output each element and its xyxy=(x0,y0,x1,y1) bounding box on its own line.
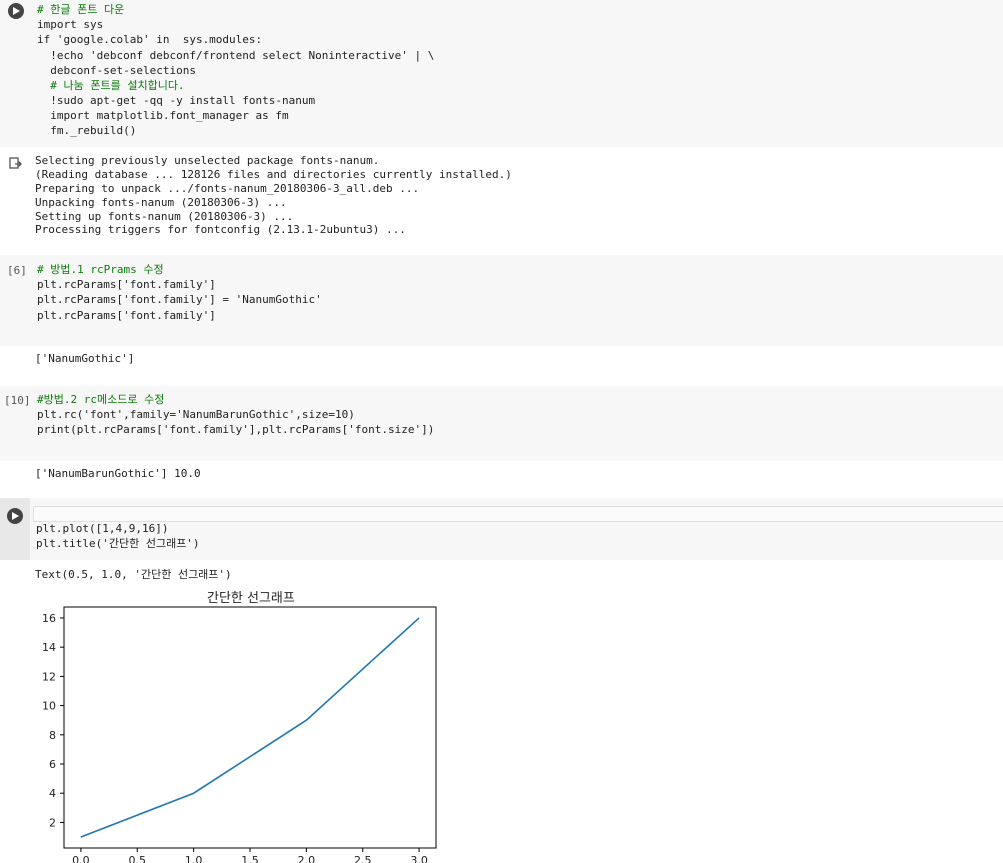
y-tick-label: 4 xyxy=(49,787,56,800)
code-line: # 나눔 폰트를 설치합니다. xyxy=(37,79,185,92)
code-line: if 'google.colab' in sys.modules: xyxy=(37,33,263,46)
output-area-3: ['NanumBarunGothic'] 10.0 xyxy=(0,462,1003,496)
code-line: #방법.2 rc메소드로 수정 xyxy=(37,393,165,406)
code-cell-1[interactable]: # 한글 폰트 다운 import sys if 'google.colab' … xyxy=(0,0,1003,147)
code-line: plt.rc('font',family='NanumBarunGothic',… xyxy=(37,408,355,421)
line-chart: 2 4 6 8 10 12 14 16 0.0 0.5 1.0 1.5 2.0 2.5 3.0 xyxy=(42,606,437,863)
output-line: ['NanumBarunGothic'] 10.0 xyxy=(35,467,201,480)
code-cell-3[interactable]: [10] #방법.2 rc메소드로 수정 plt.rc('font',famil… xyxy=(0,386,1003,461)
output-line: (Reading database ... 128126 files and d… xyxy=(35,168,512,181)
play-icon xyxy=(13,7,20,15)
code-line: import matplotlib.font_manager as fm xyxy=(37,109,289,122)
play-icon xyxy=(12,512,19,520)
code-line: print(plt.rcParams['font.family'],plt.rc… xyxy=(37,423,435,436)
execution-count: [10] xyxy=(4,394,31,407)
output-line: Setting up fonts-nanum (20180306-3) ... xyxy=(35,210,294,223)
output-area-1: Selecting previously unselected package … xyxy=(0,148,1003,250)
code-line: !echo 'debconf debconf/frontend select N… xyxy=(37,49,435,62)
x-tick-label: 0.0 xyxy=(72,854,90,863)
output-line: Unpacking fonts-nanum (20180306-3) ... xyxy=(35,196,287,209)
code-line: !sudo apt-get -qq -y install fonts-nanum xyxy=(37,94,316,107)
run-cell-button[interactable] xyxy=(7,508,23,524)
execution-count: [6] xyxy=(7,264,27,277)
code-cell-2[interactable]: [6] # 방법.1 rcPrams 수정 plt.rcParams['font… xyxy=(0,255,1003,346)
output-line: Selecting previously unselected package … xyxy=(35,154,380,167)
code-line: plt.rcParams['font.family'] xyxy=(37,278,216,291)
code-line: plt.rcParams['font.family'] xyxy=(37,309,216,322)
y-tick-label: 6 xyxy=(49,758,56,771)
code-line: import sys xyxy=(37,18,104,31)
y-tick-label: 10 xyxy=(42,700,56,713)
code-line: debconf-set-selections xyxy=(37,64,196,77)
output-area-4: Text(0.5, 1.0, '간단한 선그래프') 간단한 선그래프 2468… xyxy=(0,561,1003,863)
x-tick-label: 3.0 xyxy=(410,854,428,863)
plot-frame xyxy=(63,606,437,849)
code-line: # 방법.1 rcPrams 수정 xyxy=(37,263,164,276)
y-tick-label: 16 xyxy=(42,612,56,625)
output-line: Preparing to unpack .../fonts-nanum_2018… xyxy=(35,182,420,195)
code-line: fm._rebuild() xyxy=(37,124,137,137)
code-cell-4[interactable]: plt.plot([1,4,9,16]) plt.title('간단한 선그래프… xyxy=(0,498,1003,560)
x-tick-label: 1.0 xyxy=(185,854,203,863)
output-icon xyxy=(9,157,22,169)
y-tick-label: 14 xyxy=(42,641,56,654)
y-tick-label: 12 xyxy=(42,670,56,683)
output-line: Text(0.5, 1.0, '간단한 선그래프') xyxy=(35,568,232,581)
code-line: # 한글 폰트 다운 xyxy=(37,3,125,16)
code-line: plt.title('간단한 선그래프') xyxy=(36,537,200,550)
x-tick-label: 0.5 xyxy=(129,854,147,863)
cell-toolbar-strip xyxy=(33,506,1003,522)
x-tick-label: 2.0 xyxy=(298,854,316,863)
y-tick-label: 2 xyxy=(49,816,56,829)
code-line: plt.plot([1,4,9,16]) xyxy=(36,522,169,535)
output-line: ['NanumGothic'] xyxy=(35,352,135,365)
x-tick-label: 1.5 xyxy=(241,854,259,863)
x-tick-label: 2.5 xyxy=(354,854,372,863)
output-line: Processing triggers for fontconfig (2.13… xyxy=(35,223,406,236)
run-cell-button[interactable] xyxy=(8,3,24,19)
y-tick-label: 8 xyxy=(49,729,56,742)
code-line: plt.rcParams['font.family'] = 'NanumGoth… xyxy=(37,293,322,306)
output-area-2: ['NanumGothic'] xyxy=(0,347,1003,385)
